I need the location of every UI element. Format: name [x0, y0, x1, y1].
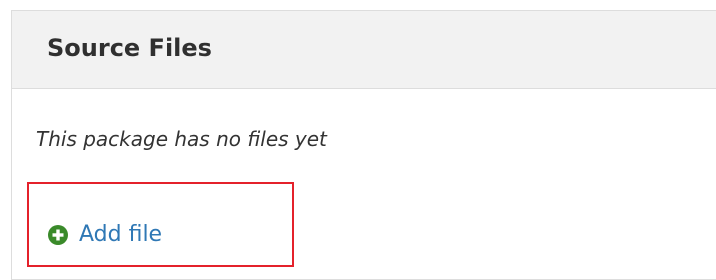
- add-file-link[interactable]: Add file: [47, 220, 162, 250]
- panel-header: Source Files: [12, 11, 716, 89]
- panel-title: Source Files: [47, 34, 212, 62]
- plus-circle-icon: [47, 224, 69, 246]
- add-file-label: Add file: [79, 222, 163, 247]
- empty-files-message: This package has no files yet: [36, 127, 327, 151]
